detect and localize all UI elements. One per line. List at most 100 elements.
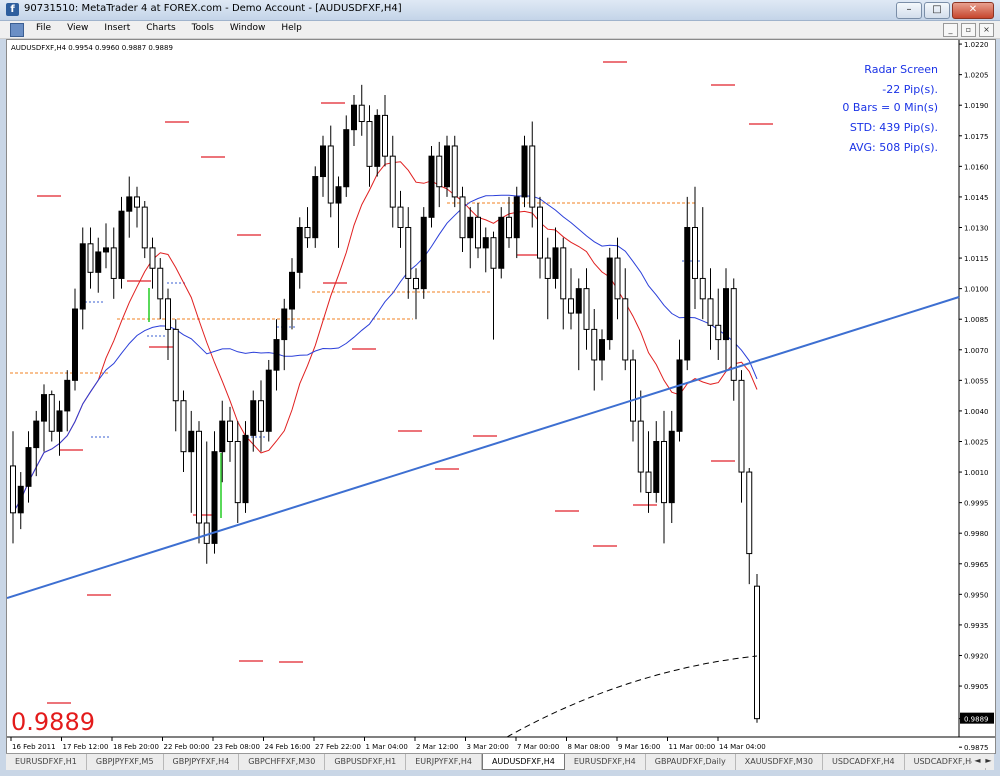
candles <box>10 84 760 723</box>
candle-body <box>234 440 241 504</box>
price-tick-label: 1.0190 <box>964 102 989 110</box>
menu-window[interactable]: Window <box>222 23 274 33</box>
candle-body <box>606 257 613 341</box>
chart-tab[interactable]: USDCADFXF,H4 <box>823 754 905 770</box>
candle-body <box>172 328 179 402</box>
candle-body <box>343 129 350 188</box>
mdi-close-button[interactable]: × <box>979 23 994 37</box>
chart-tab[interactable]: GBPJPYFXF,H4 <box>164 754 240 770</box>
moving-averages <box>12 161 758 514</box>
candle-body <box>327 145 334 204</box>
price-tick-label: 1.0055 <box>964 377 989 385</box>
candle-body <box>521 145 528 198</box>
time-tick-label: 7 Mar 00:00 <box>517 743 559 751</box>
candle-body <box>622 298 629 361</box>
candle-body <box>552 247 559 279</box>
candle-body <box>149 247 156 269</box>
chart-tab-bar: EURUSDFXF,H1 GBPJPYFXF,M5 GBPJPYFXF,H4 GBPC… <box>6 753 994 770</box>
menu-help[interactable]: Help <box>273 23 310 33</box>
candle-body <box>684 226 691 361</box>
candle-body <box>459 196 466 239</box>
price-tick-label: 1.0085 <box>964 316 989 324</box>
candle-body <box>529 145 536 208</box>
candle-body <box>382 114 388 157</box>
menu-charts[interactable]: Charts <box>138 23 183 33</box>
candle-body <box>467 216 474 239</box>
close-button[interactable]: ✕ <box>952 2 994 19</box>
chart-tab[interactable]: EURUSDFXF,H1 <box>6 754 87 770</box>
candle-body <box>405 226 412 279</box>
candle-body <box>320 145 326 178</box>
chart-window-icon[interactable] <box>10 23 24 37</box>
trendline[interactable] <box>7 296 960 599</box>
menu-bar: File View Insert Charts Tools Window Hel… <box>0 21 1000 39</box>
chart-window[interactable]: AUDUSDFXF,H4 0.9954 0.9960 0.9887 0.9889… <box>6 39 996 754</box>
chart-header: AUDUSDFXF,H4 0.9954 0.9960 0.9887 0.9889 <box>11 44 173 52</box>
price-tick-label: 1.0145 <box>964 194 989 202</box>
chart-tab[interactable]: GBPAUDFXF,Daily <box>646 754 736 770</box>
price-tick-label: 1.0160 <box>964 163 989 171</box>
time-tick-label: 16 Feb 2011 <box>12 743 56 751</box>
price-tick-label: 0.9875 <box>964 744 989 752</box>
candle-body <box>211 451 218 544</box>
price-chart[interactable]: AUDUSDFXF,H4 0.9954 0.9960 0.9887 0.9889… <box>7 40 995 753</box>
chart-tab[interactable]: GBPJPYFXF,M5 <box>87 754 164 770</box>
window-title: 90731510: MetaTrader 4 at FOREX.com - De… <box>24 3 402 14</box>
candle-body <box>289 271 295 310</box>
mdi-minimize-button[interactable]: _ <box>943 23 958 37</box>
candle-body <box>196 430 202 524</box>
candle-body <box>188 430 195 453</box>
chart-tab[interactable]: EURUSDFXF,H4 <box>565 754 646 770</box>
price-tick-label: 1.0205 <box>964 72 989 80</box>
maximize-button[interactable]: □ <box>924 2 950 19</box>
price-tick-label: 1.0115 <box>964 255 989 263</box>
candle-body <box>134 196 140 208</box>
candle-body <box>630 359 636 422</box>
ma-red-line <box>12 161 758 514</box>
candle-body <box>444 145 450 188</box>
minimize-button[interactable]: – <box>896 2 922 19</box>
candle-body <box>141 206 148 249</box>
price-tick-label: 1.0220 <box>964 41 989 49</box>
tab-prev-button[interactable]: ◄ <box>972 754 983 768</box>
candle-body <box>730 288 737 381</box>
time-tick-label: 27 Feb 22:00 <box>315 743 361 751</box>
candle-body <box>389 155 396 208</box>
candle-body <box>273 339 280 371</box>
menu-insert[interactable]: Insert <box>96 23 138 33</box>
time-tick-label: 18 Feb 20:00 <box>113 743 159 751</box>
chart-tab[interactable]: GBPCHFFXF,M30 <box>239 754 326 770</box>
price-tick-label: 1.0070 <box>964 347 989 355</box>
candle-body <box>614 257 621 300</box>
chart-tab[interactable]: GBPUSDFXF,H1 <box>325 754 407 770</box>
menu-view[interactable]: View <box>59 23 96 33</box>
chart-tab[interactable]: AUDUSDFXF,H4 <box>481 754 565 770</box>
candle-body <box>25 447 32 487</box>
chart-tab[interactable]: XAUUSDFXF,M30 <box>736 754 823 770</box>
radar-bars: 0 Bars = 0 Min(s) <box>842 101 938 114</box>
candle-body <box>715 324 722 341</box>
candle-body <box>475 216 481 249</box>
candle-body <box>41 394 47 422</box>
candle-body <box>72 308 78 381</box>
candle-body <box>661 440 667 504</box>
candle-body <box>668 430 675 504</box>
candle-body <box>575 288 582 314</box>
chart-tab[interactable]: EURJPYFXF,H4 <box>406 754 482 770</box>
mdi-restore-button[interactable]: ▫ <box>961 23 976 37</box>
candle-body <box>599 339 605 361</box>
menu-tools[interactable]: Tools <box>184 23 222 33</box>
time-tick-label: 23 Feb 08:00 <box>214 743 260 751</box>
candle-body <box>64 379 71 412</box>
price-tick-label: 0.9980 <box>964 530 989 538</box>
tab-next-button[interactable]: ► <box>983 754 994 768</box>
candle-body <box>591 328 598 361</box>
candle-body <box>79 243 86 310</box>
radar-pips: -22 Pip(s). <box>882 83 938 96</box>
time-tick-label: 22 Feb 00:00 <box>164 743 210 751</box>
time-tick-label: 11 Mar 00:00 <box>669 743 716 751</box>
candle-body <box>490 237 497 269</box>
candle-body <box>707 298 714 326</box>
ma-blue-line <box>12 194 758 514</box>
menu-file[interactable]: File <box>28 23 59 33</box>
